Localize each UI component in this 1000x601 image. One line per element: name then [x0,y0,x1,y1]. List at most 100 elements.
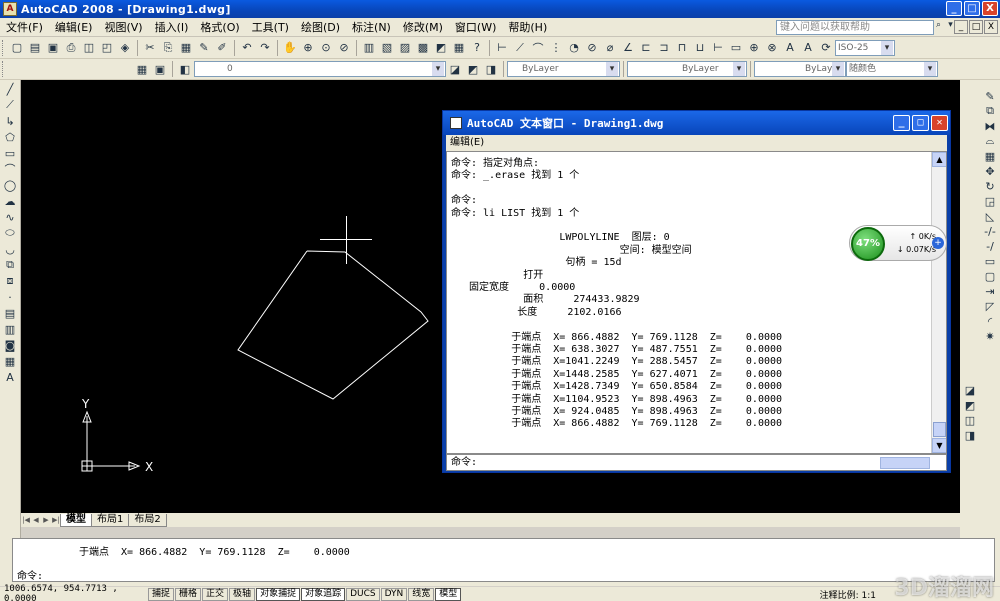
arc-icon[interactable]: ⌒ [2,162,18,176]
draworder-front-icon[interactable]: ◪ [962,383,978,397]
tab-first-icon[interactable]: |◀ [21,516,31,524]
extend-icon[interactable]: -/ [982,239,998,253]
undo-icon[interactable]: ↶ [239,40,255,56]
dim-update-icon[interactable]: ⟳ [818,40,834,56]
ellipse-arc-icon[interactable]: ◡ [2,242,18,256]
design-center-icon[interactable]: ▧ [379,40,395,56]
lineweight-combo[interactable]: ByLayer [754,61,846,77]
workspace-icon[interactable]: ▦ [134,61,150,77]
polar-toggle[interactable]: 极轴 [229,587,256,601]
break-icon[interactable]: ▢ [982,269,998,283]
draworder-back-icon[interactable]: ◩ [962,398,978,412]
scale-icon[interactable]: ◲ [982,194,998,208]
annotation-scale[interactable]: 注释比例: 1:1 [820,588,876,601]
redo-icon[interactable]: ↷ [257,40,273,56]
close-button[interactable]: X [982,1,998,16]
tab-layout2[interactable]: 布局2 [128,513,167,527]
zoom-previous-icon[interactable]: ⊘ [336,40,352,56]
block-editor-icon[interactable]: ✐ [214,40,230,56]
workspace-settings-icon[interactable]: ▣ [152,61,168,77]
menu-help[interactable]: 帮助(H) [502,19,553,35]
dim-angular-icon[interactable]: ∠ [620,40,636,56]
osnap-toggle[interactable]: 对象捕捉 [256,587,301,601]
save-icon[interactable]: ▣ [45,40,61,56]
scroll-thumb[interactable] [933,422,946,437]
grid-toggle[interactable]: 栅格 [175,587,202,601]
dim-edit-icon[interactable]: A [782,40,798,56]
dim-jogged-icon[interactable]: ⊘ [584,40,600,56]
tab-prev-icon[interactable]: ◀ [31,516,41,524]
text-window-titlebar[interactable]: AutoCAD 文本窗口 - Drawing1.dwg _ □ ✕ [443,111,950,135]
layer-states-icon[interactable]: ◨ [483,61,499,77]
network-speed-widget[interactable]: 47% ↑ 0K/s ↓ 0.07K/s + [849,225,947,261]
ducs-toggle[interactable]: DUCS [346,587,380,601]
make-block-icon[interactable]: ⧈ [2,274,18,288]
coordinate-display[interactable]: 1006.6574, 954.7713 , 0.0000 [0,584,148,601]
draworder-below-icon[interactable]: ◨ [962,428,978,442]
plot-icon[interactable]: ⎙ [63,40,79,56]
horizontal-scrollbar[interactable] [880,457,930,469]
make-current-layer-icon[interactable]: ◪ [447,61,463,77]
draworder-above-icon[interactable]: ◫ [962,413,978,427]
text-window-scrollbar[interactable]: ▲ ▼ [931,152,946,453]
dimstyle-combo[interactable]: ISO-25 [835,39,895,56]
doc-minimize-button[interactable]: _ [954,20,968,34]
cut-icon[interactable]: ✂ [142,40,158,56]
dim-linear-icon[interactable]: ⊢ [494,40,510,56]
plot-preview-icon[interactable]: ◫ [81,40,97,56]
dim-aligned-icon[interactable]: ⟋ [512,40,528,56]
center-mark-icon[interactable]: ⊕ [746,40,762,56]
doc-restore-button[interactable]: □ [969,20,983,34]
mirror-icon[interactable]: ⧓ [982,119,998,133]
help-search-input[interactable]: 键入问题以获取帮助 [776,20,934,35]
quick-dim-icon[interactable]: ⊏ [638,40,654,56]
inspect-icon[interactable]: ⊗ [764,40,780,56]
text-window-close-button[interactable]: ✕ [931,115,948,131]
command-prompt[interactable]: 命令: [17,567,43,582]
color-combo[interactable]: ByLayer [507,61,620,77]
tab-layout1[interactable]: 布局1 [91,513,130,527]
menu-format[interactable]: 格式(O) [194,19,245,35]
revision-cloud-icon[interactable]: ☁ [2,194,18,208]
tab-model[interactable]: 模型 [60,513,92,527]
zoom-window-icon[interactable]: ⊙ [318,40,334,56]
calculator-icon[interactable]: ▦ [451,40,467,56]
stretch-icon[interactable]: ◺ [982,209,998,223]
toolbar-grip[interactable] [2,61,5,77]
new-file-icon[interactable]: ▢ [9,40,25,56]
paste-icon[interactable]: ▦ [178,40,194,56]
break-at-point-icon[interactable]: ▭ [982,254,998,268]
plotstyle-combo[interactable]: 随颜色 [846,61,938,77]
otrack-toggle[interactable]: 对象追踪 [301,587,346,601]
minimize-button[interactable]: _ [946,1,962,16]
menu-draw[interactable]: 绘图(D) [295,19,346,35]
rectangle-icon[interactable]: ▭ [2,146,18,160]
dim-arc-icon[interactable]: ⌒ [530,40,546,56]
text-window-minimize-button[interactable]: _ [893,115,910,131]
linetype-combo[interactable]: ByLayer [627,61,747,77]
menu-modify[interactable]: 修改(M) [397,19,449,35]
explode-icon[interactable]: ✷ [982,329,998,343]
dyn-toggle[interactable]: DYN [380,587,408,601]
offset-icon[interactable]: ⌓ [982,134,998,148]
layer-manager-icon[interactable]: ◧ [177,61,193,77]
dim-radius-icon[interactable]: ◔ [566,40,582,56]
text-window-history[interactable]: ▲ ▼ 命令: 指定对角点: 命令: _.erase 找到 1 个命令: 命令: l… [446,151,947,454]
tab-next-icon[interactable]: ▶ [41,516,51,524]
dim-baseline-icon[interactable]: ⊐ [656,40,672,56]
copy-icon[interactable]: ⎘ [160,40,176,56]
text-window-command-input[interactable]: 命令: [446,454,947,471]
spline-icon[interactable]: ∿ [2,210,18,224]
open-file-icon[interactable]: ▤ [27,40,43,56]
insert-block-icon[interactable]: ⧉ [2,258,18,272]
command-line[interactable]: 于端点 X= 866.4882 Y= 769.1128 Z= 0.0000 命令… [12,538,995,582]
layer-combo[interactable]: 0 [194,61,446,77]
scroll-up-icon[interactable]: ▲ [932,152,946,167]
fillet-icon[interactable]: ◜ [982,314,998,328]
search-icon[interactable]: ⌕ [933,20,944,34]
dim-diameter-icon[interactable]: ⌀ [602,40,618,56]
pan-icon[interactable]: ✋ [282,40,298,56]
maximize-button[interactable]: □ [964,1,980,16]
chamfer-icon[interactable]: ◸ [982,299,998,313]
move-icon[interactable]: ✥ [982,164,998,178]
